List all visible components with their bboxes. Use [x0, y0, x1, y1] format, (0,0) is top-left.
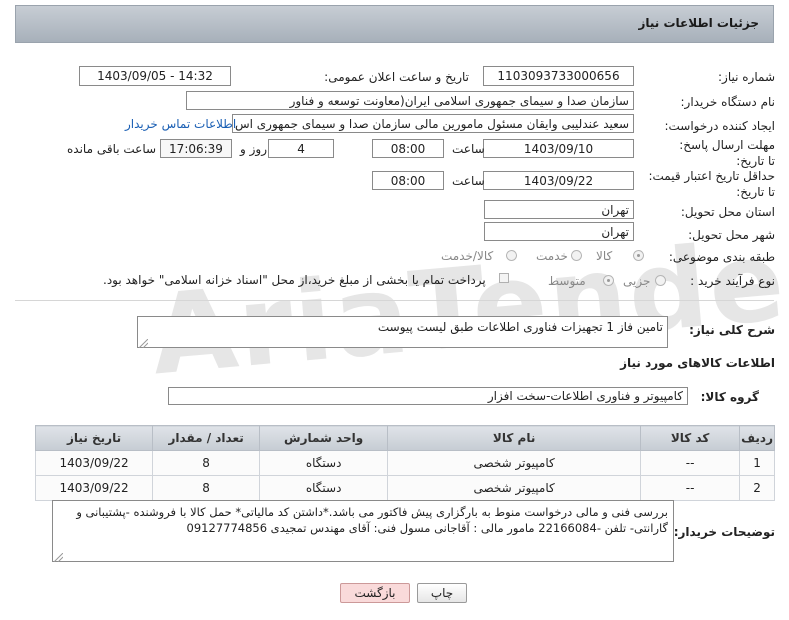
process-label: نوع فرآیند خرید :: [690, 274, 775, 288]
category-option-goods-service: کالا/خدمت: [441, 249, 494, 263]
back-button[interactable]: بازگشت: [340, 583, 410, 603]
cell-code: --: [640, 475, 741, 501]
col-date: تاریخ نیاز: [34, 425, 154, 451]
cell-code: --: [640, 450, 741, 476]
category-label: طبقه بندی موضوعی:: [668, 250, 775, 264]
province-label: استان محل تحویل:: [680, 205, 775, 219]
buyer-org-field[interactable]: سازمان صدا و سیمای جمهوری اسلامی ایران(م…: [186, 91, 634, 110]
description-text: تامین فاز 1 تجهیزات فناوری اطلاعات طبق ل…: [377, 320, 663, 334]
announce-field[interactable]: 1403/09/05 - 14:32: [79, 66, 231, 86]
page-title: جزئیات اطلاعات نیاز: [638, 16, 759, 30]
print-button[interactable]: چاپ: [417, 583, 467, 603]
buyer-org-label: نام دستگاه خریدار:: [680, 95, 776, 109]
cell-name: کامپیوتر شخصی: [387, 450, 642, 476]
buyer-notes-label: توضیحات خریدار:: [673, 525, 775, 539]
category-radio-service[interactable]: [571, 250, 582, 261]
buyer-notes-field[interactable]: بررسی فنی و مالی درخواست منوط به بارگزار…: [52, 500, 674, 562]
validity-label: حداقل تاریخ اعتبار قیمت: تا تاریخ:: [648, 169, 775, 199]
deadline-date-field[interactable]: 1403/09/10: [483, 139, 634, 158]
col-qty: تعداد / مقدار: [152, 425, 261, 451]
goods-section-title: اطلاعات کالاهای مورد نیاز: [620, 356, 775, 370]
table-row[interactable]: 1 -- کامپیوتر شخصی دستگاه 8 1403/09/22: [34, 450, 775, 476]
requester-label: ایجاد کننده درخواست:: [664, 119, 775, 133]
category-radio-goods-service[interactable]: [506, 250, 517, 261]
cell-date: 1403/09/22: [34, 475, 154, 501]
cell-date: 1403/09/22: [34, 450, 154, 476]
process-option-medium: متوسط: [548, 274, 586, 288]
panel-header: جزئیات اطلاعات نیاز: [15, 5, 774, 43]
deadline-label: مهلت ارسال پاسخ: تا تاریخ:: [679, 138, 775, 168]
goods-group-label: گروه کالا:: [700, 390, 759, 404]
buyer-notes-text: بررسی فنی و مالی درخواست منوط به بارگزار…: [76, 505, 668, 535]
remaining-label: ساعت باقی مانده: [67, 142, 157, 156]
col-unit: واحد شمارش: [259, 425, 389, 451]
validity-time-field[interactable]: 08:00: [372, 171, 444, 190]
requester-field[interactable]: سعید عندلیبی وایقان مسئول مامورین مالی س…: [232, 114, 634, 133]
divider: [15, 300, 774, 301]
cell-qty: 8: [152, 475, 261, 501]
category-option-service: خدمت: [536, 249, 568, 263]
validity-date-field[interactable]: 1403/09/22: [483, 171, 634, 190]
process-radio-minor[interactable]: [655, 275, 666, 286]
category-option-goods: کالا: [596, 249, 613, 263]
goods-table: ردیف کد کالا نام کالا واحد شمارش تعداد /…: [34, 425, 775, 501]
contact-info-link[interactable]: اطلاعات تماس خریدار: [125, 117, 236, 131]
cell-row: 1: [739, 450, 775, 476]
resize-grip-icon[interactable]: [138, 337, 149, 349]
col-row: ردیف: [739, 425, 775, 451]
need-number-label: شماره نیاز:: [718, 70, 775, 84]
description-label: شرح کلی نیاز:: [689, 323, 775, 337]
city-field[interactable]: تهران: [484, 222, 634, 241]
need-number-field[interactable]: 1103093733000656: [483, 66, 634, 86]
table-row[interactable]: 2 -- کامپیوتر شخصی دستگاه 8 1403/09/22: [34, 475, 775, 501]
cell-qty: 8: [152, 450, 261, 476]
city-label: شهر محل تحویل:: [688, 228, 775, 242]
cell-row: 2: [739, 475, 775, 501]
description-field[interactable]: تامین فاز 1 تجهیزات فناوری اطلاعات طبق ل…: [137, 316, 668, 348]
deadline-time-field[interactable]: 08:00: [372, 139, 444, 158]
announce-label: تاریخ و ساعت اعلان عمومی:: [324, 70, 469, 84]
validity-time-label: ساعت: [452, 174, 485, 188]
deadline-time-label: ساعت: [452, 142, 485, 156]
treasury-note: پرداخت تمام یا بخشی از مبلغ خرید،از محل …: [103, 273, 486, 287]
process-option-minor: جزیی: [623, 274, 651, 288]
category-radio-goods[interactable]: [633, 250, 644, 261]
days-field[interactable]: 4: [268, 139, 334, 158]
process-radio-medium[interactable]: [603, 275, 614, 286]
goods-group-field[interactable]: کامپیوتر و فناوری اطلاعات-سخت افزار: [168, 387, 688, 405]
treasury-checkbox[interactable]: [499, 273, 509, 283]
col-name: نام کالا: [387, 425, 642, 451]
col-code: کد کالا: [640, 425, 741, 451]
province-field[interactable]: تهران: [484, 200, 634, 219]
days-label: روز و: [240, 142, 267, 156]
goods-table-header: ردیف کد کالا نام کالا واحد شمارش تعداد /…: [34, 425, 775, 451]
remaining-time-field: 17:06:39: [160, 139, 232, 158]
cell-name: کامپیوتر شخصی: [387, 475, 642, 501]
resize-grip-icon[interactable]: [53, 551, 64, 563]
cell-unit: دستگاه: [259, 475, 389, 501]
cell-unit: دستگاه: [259, 450, 389, 476]
